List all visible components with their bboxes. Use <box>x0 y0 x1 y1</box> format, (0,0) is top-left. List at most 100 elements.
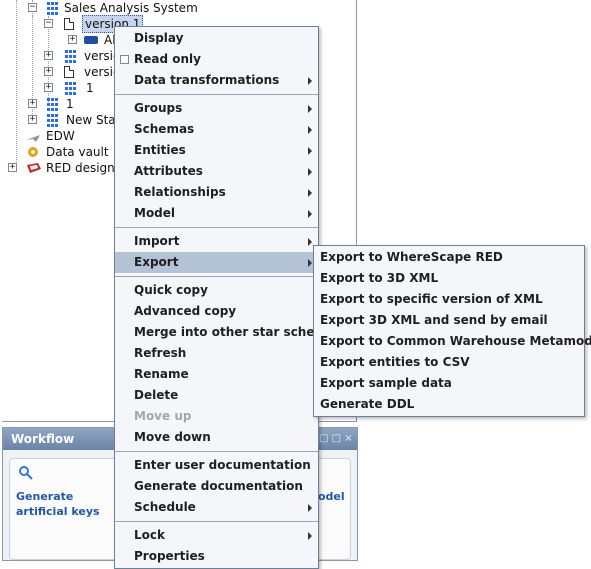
menu-label: Merge into other star schema <box>134 325 336 339</box>
menu-item-move-down[interactable]: Move down <box>115 427 318 448</box>
menu-item-display[interactable]: Display <box>115 28 318 49</box>
collapse-icon[interactable]: − <box>44 19 53 28</box>
expand-icon[interactable]: + <box>44 83 53 92</box>
menu-item-generate-doc[interactable]: Generate documentation <box>115 476 318 497</box>
tree-item-label: New Star <box>66 113 121 127</box>
expand-icon[interactable]: + <box>68 35 77 44</box>
tree-item-label: RED design <box>46 161 115 175</box>
expand-icon[interactable]: + <box>44 51 53 60</box>
menu-label: Generate documentation <box>134 479 303 493</box>
menu-label: Move down <box>134 430 211 444</box>
export-sample-data[interactable]: Export sample data <box>314 373 584 394</box>
menu-label: Refresh <box>134 346 187 360</box>
model-grid-icon <box>46 1 62 17</box>
menu-item-entities[interactable]: Entities <box>115 140 318 161</box>
submenu-arrow-icon <box>308 210 312 218</box>
menu-item-enter-user-doc[interactable]: Enter user documentation <box>115 455 318 476</box>
menu-label: Quick copy <box>134 283 208 297</box>
menu-item-schedule[interactable]: Schedule <box>115 497 318 518</box>
magnifier-key-icon <box>18 465 34 481</box>
submenu-arrow-icon <box>308 147 312 155</box>
menu-label: Export 3D XML and send by email <box>320 313 548 327</box>
document-icon <box>64 66 74 78</box>
submenu-arrow-icon <box>308 77 312 85</box>
menu-label: Schedule <box>134 500 196 514</box>
menu-item-delete[interactable]: Delete <box>115 385 318 406</box>
menu-separator <box>115 521 318 522</box>
tree-item-label: 1 <box>66 97 74 111</box>
menu-separator <box>115 276 318 277</box>
menu-label: Model <box>134 206 176 220</box>
menu-item-rename[interactable]: Rename <box>115 364 318 385</box>
menu-item-relationships[interactable]: Relationships <box>115 182 318 203</box>
read-only-checkbox[interactable] <box>120 55 129 64</box>
menu-item-merge[interactable]: Merge into other star schema <box>115 322 335 343</box>
context-menu: Display Read only Data transformations G… <box>114 26 335 569</box>
menu-separator <box>115 451 318 452</box>
generate-link[interactable]: Generate <box>16 489 73 504</box>
menu-item-export[interactable]: Export <box>115 252 318 273</box>
vault-icon <box>26 145 40 159</box>
submenu-arrow-icon <box>308 105 312 113</box>
menu-item-read-only[interactable]: Read only <box>115 49 318 70</box>
export-to-specific-xml[interactable]: Export to specific version of XML <box>314 289 584 310</box>
tree-item-label: EDW <box>46 129 75 143</box>
menu-item-import[interactable]: Import <box>115 231 318 252</box>
submenu-arrow-icon <box>308 532 312 540</box>
export-entities-csv[interactable]: Export entities to CSV <box>314 352 584 373</box>
menu-item-groups[interactable]: Groups <box>115 98 318 119</box>
menu-item-model[interactable]: Model <box>115 203 318 224</box>
menu-label: Attributes <box>134 164 203 178</box>
expand-icon[interactable]: + <box>44 67 53 76</box>
document-icon <box>64 18 74 30</box>
submenu-arrow-icon <box>308 168 312 176</box>
submenu-arrow-icon <box>308 126 312 134</box>
model-grid-icon <box>64 49 80 65</box>
menu-label: Export sample data <box>320 376 452 390</box>
menu-label: Groups <box>134 101 183 115</box>
collapse-icon[interactable]: − <box>28 3 37 12</box>
generate-ddl[interactable]: Generate DDL <box>314 394 584 415</box>
model-grid-icon <box>46 97 62 113</box>
panel-controls-icon[interactable]: □ □ × <box>319 433 353 444</box>
expand-icon[interactable]: + <box>28 115 37 124</box>
tree-item-sales-analysis-system[interactable]: − Sales Analysis System <box>2 0 342 16</box>
menu-label: Rename <box>134 367 189 381</box>
menu-label: Advanced copy <box>134 304 237 318</box>
menu-item-data-transformations[interactable]: Data transformations <box>115 70 318 91</box>
tree-item-label: Data vault <box>46 145 109 159</box>
expand-icon[interactable]: + <box>8 163 17 172</box>
submenu-arrow-icon <box>308 189 312 197</box>
menu-label: Export to Common Warehouse Metamodel <box>320 334 591 348</box>
menu-label: Schemas <box>134 122 195 136</box>
model-link[interactable]: odel <box>318 489 345 504</box>
menu-item-lock[interactable]: Lock <box>115 525 318 546</box>
menu-label: Enter user documentation <box>134 458 311 472</box>
export-to-3d-xml[interactable]: Export to 3D XML <box>314 268 584 289</box>
artificial-keys-link[interactable]: artificial keys <box>16 504 100 519</box>
folder-icon <box>84 36 98 44</box>
menu-item-schemas[interactable]: Schemas <box>115 119 318 140</box>
model-grid-icon <box>46 113 62 129</box>
menu-item-move-up: Move up <box>115 406 318 427</box>
red-design-icon <box>26 161 41 175</box>
submenu-arrow-icon <box>308 238 312 246</box>
tree-item-label: Sales Analysis System <box>64 1 198 15</box>
menu-item-attributes[interactable]: Attributes <box>115 161 318 182</box>
menu-separator <box>115 227 318 228</box>
menu-label: Delete <box>134 388 179 402</box>
menu-label: Export to specific version of XML <box>320 292 543 306</box>
menu-label: Generate DDL <box>320 397 415 411</box>
workflow-card-generate-keys[interactable]: Generate artificial keys <box>9 458 119 560</box>
expand-icon[interactable]: + <box>28 99 37 108</box>
menu-item-quick-copy[interactable]: Quick copy <box>115 280 318 301</box>
menu-item-refresh[interactable]: Refresh <box>115 343 318 364</box>
menu-separator <box>115 94 318 95</box>
model-grid-icon <box>64 81 80 97</box>
export-3d-xml-email[interactable]: Export 3D XML and send by email <box>314 310 584 331</box>
export-to-cwm[interactable]: Export to Common Warehouse Metamodel <box>314 331 591 352</box>
submenu-arrow-icon <box>308 259 312 267</box>
menu-item-advanced-copy[interactable]: Advanced copy <box>115 301 318 322</box>
menu-item-properties[interactable]: Properties <box>115 546 318 567</box>
export-to-wherescape-red[interactable]: Export to WhereScape RED <box>314 247 584 268</box>
